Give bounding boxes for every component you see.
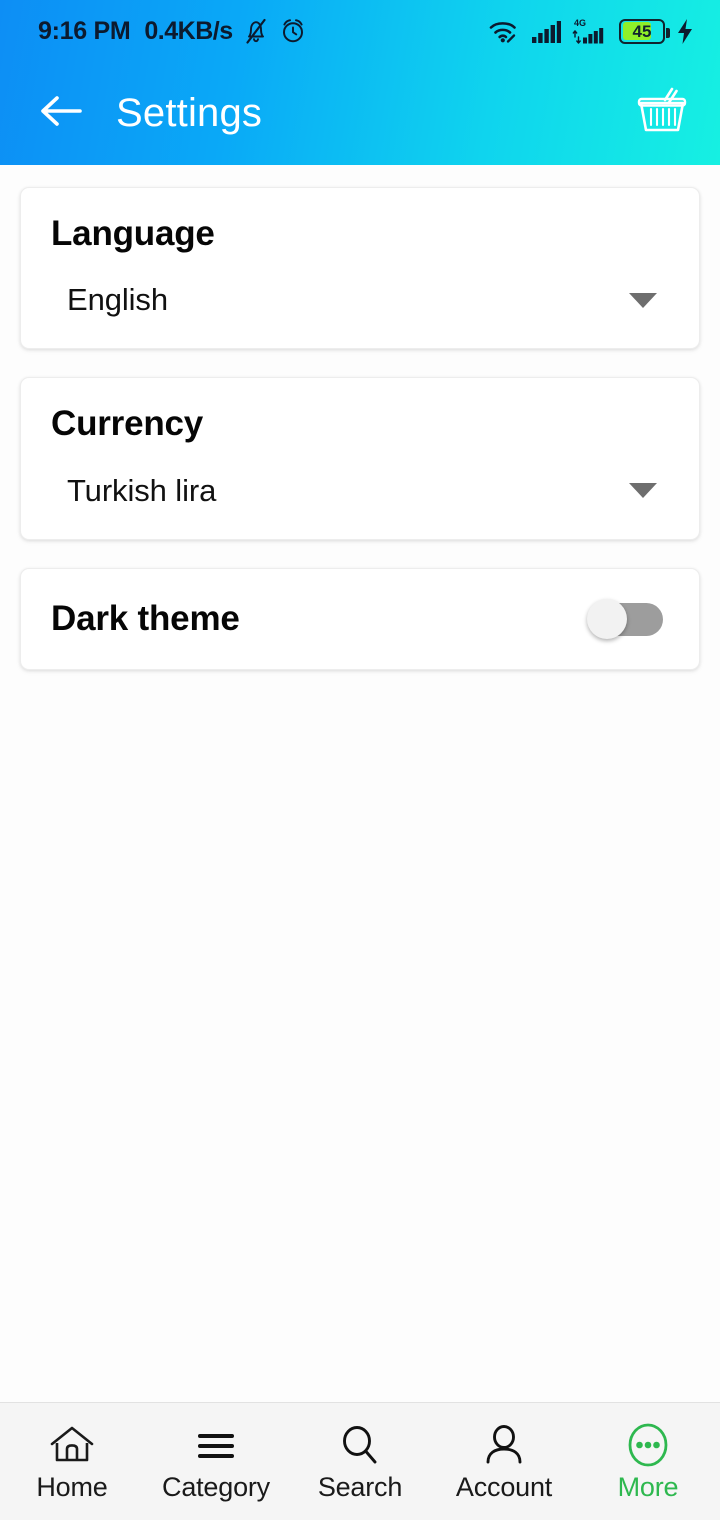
charging-bolt-icon [676, 18, 694, 45]
nav-item-home[interactable]: Home [0, 1403, 144, 1520]
wifi-icon [488, 18, 520, 44]
currency-title: Currency [51, 404, 204, 444]
home-icon [48, 1422, 96, 1468]
back-arrow-icon [38, 91, 84, 136]
network-speed: 0.4KB/s [144, 16, 233, 45]
signal-4g-icon: 4G [572, 17, 608, 45]
nav-item-more[interactable]: More [576, 1403, 720, 1520]
status-time: 9:16 PM [38, 16, 131, 45]
more-dots-circle-icon [624, 1422, 672, 1468]
cart-button[interactable] [632, 84, 692, 144]
search-icon [336, 1422, 384, 1468]
nav-label-account: Account [455, 1472, 553, 1502]
currency-value: Turkish lira [67, 472, 217, 508]
chevron-down-icon[interactable] [629, 483, 657, 498]
nav-label-search: Search [317, 1472, 403, 1502]
currency-card[interactable]: Currency Turkish lira [20, 377, 700, 540]
settings-content: Language English Currency Turkish lira D… [0, 165, 720, 1402]
toggle-knob [587, 598, 627, 639]
bell-muted-icon [243, 17, 269, 45]
dark-theme-card[interactable]: Dark theme [20, 567, 700, 670]
alarm-clock-icon [279, 17, 307, 45]
nav-item-category[interactable]: Category [144, 1403, 288, 1520]
currency-select[interactable]: Turkish lira [51, 473, 669, 509]
person-icon [480, 1422, 528, 1468]
dark-theme-toggle[interactable] [587, 598, 663, 639]
status-bar-right: 4G 45 [488, 17, 694, 45]
nav-label-more: More [617, 1472, 679, 1502]
nav-item-account[interactable]: Account [432, 1403, 576, 1520]
nav-label-home: Home [36, 1472, 108, 1502]
signal-bars-icon [531, 18, 561, 44]
shopping-basket-icon [634, 84, 690, 143]
bottom-navigation: Home Category Search Account More [0, 1402, 720, 1520]
dark-theme-title: Dark theme [51, 598, 240, 638]
status-bar-left: 9:16 PM 0.4KB/s [38, 17, 307, 46]
page-title: Settings [116, 91, 263, 135]
svg-text:4G: 4G [574, 18, 586, 28]
status-bar: 9:16 PM 0.4KB/s 4G 45 [0, 0, 720, 62]
language-title: Language [51, 214, 215, 253]
language-value: English [67, 282, 168, 318]
battery-indicator: 45 [619, 18, 670, 44]
header: 9:16 PM 0.4KB/s 4G 45 Settings [0, 0, 720, 165]
chevron-down-icon[interactable] [629, 292, 657, 308]
nav-label-category: Category [162, 1472, 270, 1502]
language-select[interactable]: English [51, 282, 669, 318]
back-button[interactable] [34, 87, 88, 141]
app-bar: Settings [0, 62, 720, 165]
battery-level: 45 [632, 21, 652, 41]
app-screen: 9:16 PM 0.4KB/s 4G 45 Settings Language … [0, 0, 720, 1520]
nav-item-search[interactable]: Search [288, 1403, 432, 1520]
language-card[interactable]: Language English [20, 187, 700, 350]
menu-lines-icon [192, 1422, 240, 1468]
